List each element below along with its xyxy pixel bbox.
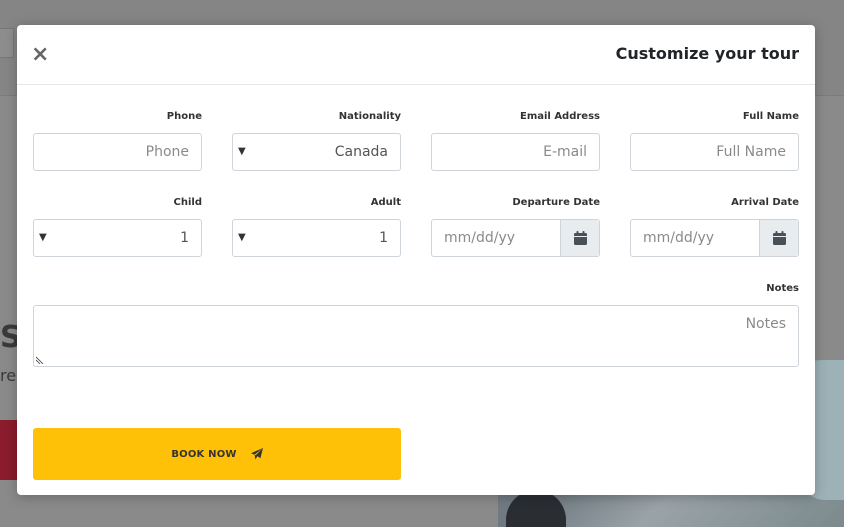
adult-label: Adult bbox=[370, 197, 401, 208]
child-select[interactable]: ▼ 1 bbox=[33, 219, 202, 257]
background-hero-subtitle: re bbox=[0, 366, 17, 385]
notes-textarea[interactable]: Notes bbox=[33, 305, 799, 367]
caret-down-icon: ▼ bbox=[238, 146, 246, 157]
arrival-date-placeholder: mm/dd/yy bbox=[643, 230, 715, 246]
phone-placeholder: Phone bbox=[145, 144, 189, 160]
child-label: Child bbox=[173, 197, 202, 208]
email-label: Email Address bbox=[519, 111, 600, 122]
nationality-select[interactable]: ▼ Canada bbox=[232, 133, 401, 171]
nationality-label: Nationality bbox=[338, 111, 401, 122]
phone-label: Phone bbox=[166, 111, 202, 122]
book-now-button[interactable]: BOOK NOW bbox=[33, 428, 401, 480]
arrival-date-input[interactable]: mm/dd/yy bbox=[630, 219, 799, 257]
paper-plane-icon bbox=[250, 448, 263, 460]
arrival-date-picker-button[interactable] bbox=[759, 220, 798, 256]
full-name-input[interactable]: Full Name bbox=[630, 133, 799, 171]
modal-header: × Customize your tour bbox=[17, 25, 815, 85]
notes-label: Notes bbox=[766, 283, 799, 294]
phone-field-group: Phone Phone bbox=[33, 110, 202, 171]
arrival-date-field-group: Arrival Date mm/dd/yy bbox=[630, 196, 799, 257]
phone-input[interactable]: Phone bbox=[33, 133, 202, 171]
child-value: 1 bbox=[180, 230, 189, 246]
email-placeholder: E-mail bbox=[543, 144, 587, 160]
adult-select[interactable]: ▼ 1 bbox=[232, 219, 401, 257]
nationality-field-group: Nationality ▼ Canada bbox=[232, 110, 401, 171]
caret-down-icon: ▼ bbox=[39, 232, 47, 243]
full-name-label: Full Name bbox=[742, 111, 799, 122]
book-now-label: BOOK NOW bbox=[171, 448, 237, 460]
background-photo-figure bbox=[506, 490, 566, 527]
full-name-placeholder: Full Name bbox=[716, 144, 786, 160]
nationality-value: Canada bbox=[334, 144, 388, 160]
email-input[interactable]: E-mail bbox=[431, 133, 600, 171]
adult-value: 1 bbox=[379, 230, 388, 246]
child-field-group: Child ▼ 1 bbox=[33, 196, 202, 257]
customize-tour-modal: × Customize your tour Phone Phone Nation… bbox=[17, 25, 815, 495]
calendar-icon bbox=[573, 231, 587, 245]
background-header-chip bbox=[0, 28, 14, 58]
arrival-date-label: Arrival Date bbox=[731, 197, 799, 208]
departure-date-label: Departure Date bbox=[512, 197, 600, 208]
departure-date-input[interactable]: mm/dd/yy bbox=[431, 219, 600, 257]
departure-date-picker-button[interactable] bbox=[560, 220, 599, 256]
modal-title: Customize your tour bbox=[615, 44, 799, 63]
adult-field-group: Adult ▼ 1 bbox=[232, 196, 401, 257]
departure-date-field-group: Departure Date mm/dd/yy bbox=[431, 196, 600, 257]
email-field-group: Email Address E-mail bbox=[431, 110, 600, 171]
notes-placeholder: Notes bbox=[745, 316, 786, 332]
calendar-icon bbox=[772, 231, 786, 245]
full-name-field-group: Full Name Full Name bbox=[630, 110, 799, 171]
close-icon[interactable]: × bbox=[31, 43, 49, 67]
resize-grip-icon[interactable] bbox=[36, 356, 44, 364]
caret-down-icon: ▼ bbox=[238, 232, 246, 243]
departure-date-placeholder: mm/dd/yy bbox=[444, 230, 516, 246]
